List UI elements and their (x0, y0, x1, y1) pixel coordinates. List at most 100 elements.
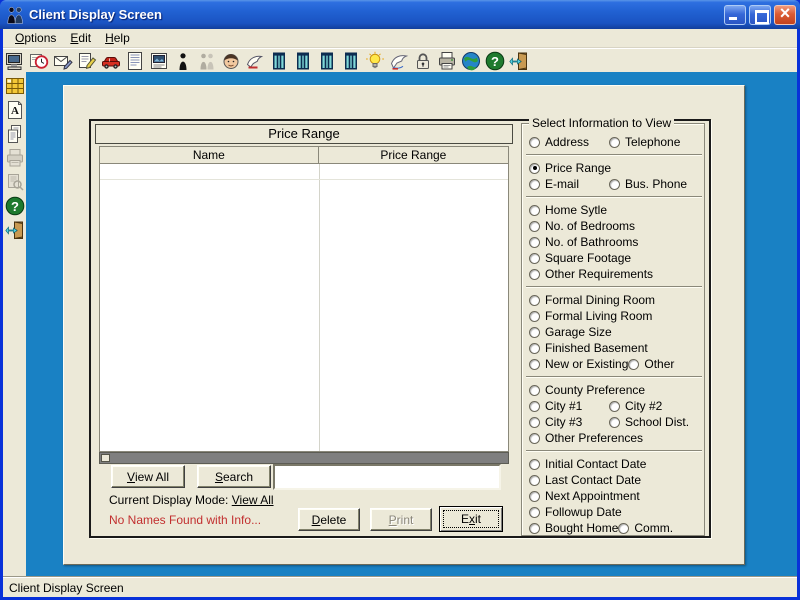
radio-city-1[interactable]: City #1 (529, 399, 609, 413)
radio-city-2[interactable]: City #2 (609, 399, 662, 413)
lightbulb-icon[interactable] (365, 51, 385, 71)
radio-home-sytle[interactable]: Home Sytle (529, 203, 609, 217)
notes-icon[interactable] (77, 51, 97, 71)
radio-initial-contact-date[interactable]: Initial Contact Date (529, 457, 646, 471)
window-title: Client Display Screen (29, 7, 721, 22)
radio-telephone[interactable]: Telephone (609, 135, 680, 149)
radio-e-mail[interactable]: E-mail (529, 177, 609, 191)
radio-row: Formal Living Room (529, 308, 700, 324)
radio-button-icon (529, 269, 540, 280)
door-icon[interactable] (293, 51, 313, 71)
people-icon (197, 51, 217, 71)
window-titlebar: Client Display Screen (0, 0, 800, 29)
radio-no-of-bedrooms[interactable]: No. of Bedrooms (529, 219, 635, 233)
clock-icon[interactable] (29, 51, 49, 71)
radio-label: Formal Dining Room (545, 293, 655, 307)
door-icon[interactable] (317, 51, 337, 71)
door-icon[interactable] (341, 51, 361, 71)
radio-other-preferences[interactable]: Other Preferences (529, 431, 643, 445)
radio-button-icon (529, 401, 540, 412)
menu-item-help[interactable]: Help (98, 30, 137, 46)
radio-new-or-existing[interactable]: New or Existing (529, 357, 628, 371)
radio-followup-date[interactable]: Followup Date (529, 505, 622, 519)
face-icon[interactable] (221, 51, 241, 71)
grid-icon[interactable] (5, 76, 25, 96)
radio-county-preference[interactable]: County Preference (529, 383, 645, 397)
radio-school-dist[interactable]: School Dist. (609, 415, 689, 429)
radio-button-icon (609, 179, 620, 190)
menu-item-options[interactable]: Options (8, 30, 63, 46)
radio-label: Initial Contact Date (545, 457, 646, 471)
font-icon[interactable]: A (5, 100, 25, 120)
photo-document-icon[interactable] (149, 51, 169, 71)
radio-other-requirements[interactable]: Other Requirements (529, 267, 653, 281)
radio-price-range[interactable]: Price Range (529, 161, 611, 175)
exit-button[interactable]: Exit (439, 506, 503, 532)
status-bar: Client Display Screen (3, 577, 797, 597)
lock-icon[interactable] (413, 51, 433, 71)
left-toolbar: A? (3, 72, 26, 577)
clients-icon[interactable] (5, 5, 25, 25)
globe-icon[interactable] (461, 51, 481, 71)
dove-icon[interactable] (389, 51, 409, 71)
radio-bought-home[interactable]: Bought Home (529, 521, 618, 535)
menu-item-edit[interactable]: Edit (63, 30, 98, 46)
radio-no-of-bathrooms[interactable]: No. of Bathrooms (529, 235, 638, 249)
radio-group-list: AddressTelephonePrice RangeE-mailBus. Ph… (522, 124, 704, 535)
scrollbar-thumb[interactable] (101, 454, 110, 462)
radio-finished-basement[interactable]: Finished Basement (529, 341, 648, 355)
radio-formal-living-room[interactable]: Formal Living Room (529, 309, 652, 323)
delete-button[interactable]: Delete (298, 508, 360, 531)
column-header-name: Name (100, 147, 319, 163)
help-icon[interactable]: ? (485, 51, 505, 71)
no-results-message: No Names Found with Info... (109, 513, 261, 527)
radio-label: Other Preferences (545, 431, 643, 445)
radio-next-appointment[interactable]: Next Appointment (529, 489, 640, 503)
view-all-button[interactable]: View All (111, 465, 185, 488)
print-button: Print (370, 508, 432, 531)
radio-formal-dining-room[interactable]: Formal Dining Room (529, 293, 655, 307)
horizontal-scrollbar[interactable] (99, 452, 509, 464)
minimize-button[interactable] (724, 5, 746, 25)
radio-address[interactable]: Address (529, 135, 609, 149)
radio-garage-size[interactable]: Garage Size (529, 325, 612, 339)
car-icon[interactable] (101, 51, 121, 71)
help-icon[interactable]: ? (5, 196, 25, 216)
mail-icon[interactable] (53, 51, 73, 71)
table-header-row: Name Price Range (100, 147, 508, 164)
search-input[interactable] (273, 464, 501, 490)
radio-square-footage[interactable]: Square Footage (529, 251, 631, 265)
hand-note-icon[interactable] (245, 51, 265, 71)
radio-last-contact-date[interactable]: Last Contact Date (529, 473, 641, 487)
radio-label: Last Contact Date (545, 473, 641, 487)
computer-icon[interactable] (5, 51, 25, 71)
toolbar: ? (3, 48, 797, 72)
copy-icon[interactable] (5, 124, 25, 144)
radio-bus-phone[interactable]: Bus. Phone (609, 177, 687, 191)
radio-comm[interactable]: Comm. (618, 521, 673, 535)
radio-row: Formal Dining Room (529, 292, 700, 308)
table-body[interactable] (100, 164, 508, 451)
person-icon[interactable] (173, 51, 193, 71)
mdi-area: Price Range Name Price Range View All Se… (26, 72, 797, 577)
radio-button-icon (529, 137, 540, 148)
printer-icon[interactable] (437, 51, 457, 71)
radio-row: E-mailBus. Phone (529, 176, 700, 192)
radio-row: Bought HomeComm. (529, 520, 700, 536)
printer-icon-disabled (5, 148, 25, 168)
radio-label: Next Appointment (545, 489, 640, 503)
status-text: Client Display Screen (9, 581, 124, 595)
radio-city-3[interactable]: City #3 (529, 415, 609, 429)
radio-button-icon (618, 523, 629, 534)
search-button[interactable]: Search (197, 465, 271, 488)
maximize-button[interactable] (749, 5, 771, 25)
exit-icon[interactable] (5, 220, 25, 240)
document-icon[interactable] (125, 51, 145, 71)
exit-icon[interactable] (509, 51, 529, 71)
info-panel: Select Information to View AddressTeleph… (521, 123, 705, 536)
radio-other[interactable]: Other (628, 357, 674, 371)
radio-row: AddressTelephone (529, 134, 700, 150)
radio-label: Finished Basement (545, 341, 648, 355)
close-button[interactable] (774, 5, 796, 25)
door-icon[interactable] (269, 51, 289, 71)
